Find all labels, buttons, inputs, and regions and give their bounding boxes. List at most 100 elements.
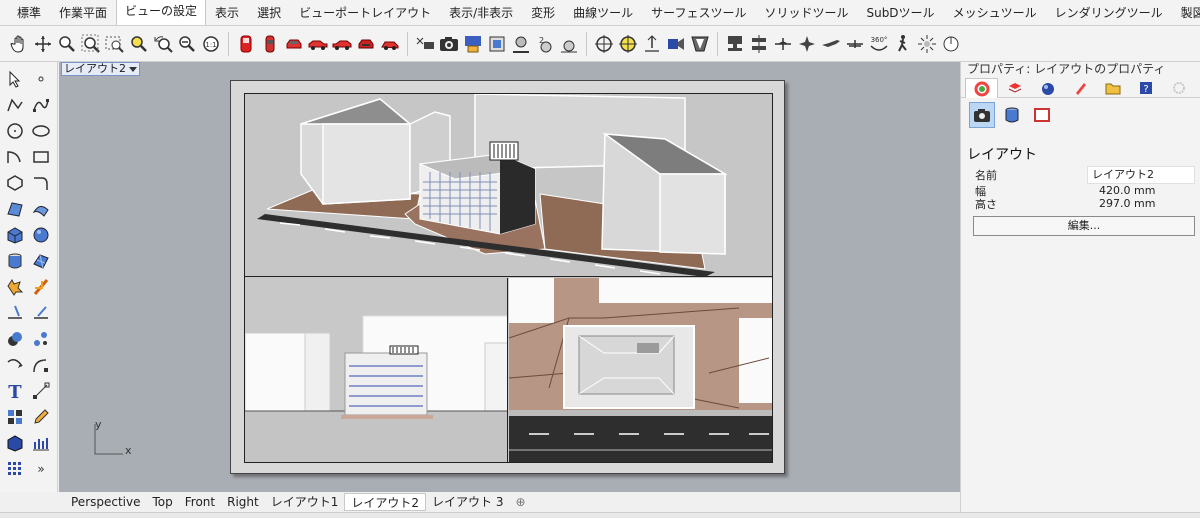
expand-toolbar-icon[interactable]: » — [30, 458, 52, 480]
chevron-down-icon[interactable] — [129, 66, 137, 72]
turntable-icon[interactable] — [724, 33, 746, 55]
set-cplane-view-icon[interactable] — [510, 33, 532, 55]
zoom-selected-icon[interactable] — [128, 33, 150, 55]
zoom-icon[interactable] — [56, 33, 78, 55]
view-car-perspective-icon[interactable] — [379, 33, 401, 55]
tab-curve-tools[interactable]: 曲線ツール — [564, 1, 642, 25]
tab-standard[interactable]: 標準 — [8, 1, 50, 25]
text-icon[interactable]: T — [4, 380, 26, 402]
extrude-surface-icon[interactable] — [30, 198, 52, 220]
camera-up-icon[interactable] — [641, 33, 663, 55]
tab-surface-tools[interactable]: サーフェスツール — [642, 1, 755, 25]
rebuild-curve-icon[interactable] — [4, 354, 26, 376]
circle-icon[interactable] — [4, 120, 26, 142]
named-view-icon[interactable] — [235, 33, 257, 55]
edit-pencil-icon[interactable] — [30, 406, 52, 428]
layout-viewport[interactable]: レイアウト2 y x — [59, 62, 960, 492]
plane-front-icon[interactable] — [844, 33, 866, 55]
view-car-front-icon[interactable] — [283, 33, 305, 55]
two-point-perspective-icon[interactable]: 2 — [534, 33, 556, 55]
tab-solid-tools[interactable]: ソリッドツール — [755, 1, 857, 25]
plane-top-icon[interactable] — [772, 33, 794, 55]
detail-front[interactable] — [245, 278, 508, 462]
page-frame-icon[interactable] — [1029, 102, 1055, 128]
boolean-union-icon[interactable] — [4, 328, 26, 350]
tab-drafting[interactable]: 製図 — [1172, 1, 1200, 25]
arc-edit-icon[interactable] — [30, 354, 52, 376]
tab-layout3[interactable]: レイアウト 3 — [426, 493, 509, 511]
tab-right[interactable]: Right — [221, 493, 265, 511]
tab-transform[interactable]: 変形 — [522, 1, 564, 25]
polygon-icon[interactable] — [4, 172, 26, 194]
tab-perspective[interactable]: Perspective — [65, 493, 147, 511]
curve-icon[interactable] — [30, 94, 52, 116]
view-car-left-icon[interactable] — [307, 33, 329, 55]
materials-tab-icon[interactable] — [1031, 78, 1064, 98]
polyline-icon[interactable] — [4, 94, 26, 116]
zoom-one-to-one-icon[interactable]: 1:1 — [200, 33, 222, 55]
turntable-vertical-icon[interactable] — [748, 33, 770, 55]
surface-icon[interactable] — [4, 198, 26, 220]
plan-view-icon[interactable] — [486, 33, 508, 55]
dimension-icon[interactable] — [30, 380, 52, 402]
tab-cplanes[interactable]: 作業平面 — [50, 1, 116, 25]
tab-set-view[interactable]: ビューの設定 — [116, 0, 207, 25]
database-icon[interactable] — [999, 102, 1025, 128]
tab-front[interactable]: Front — [179, 493, 221, 511]
arc-icon[interactable] — [4, 146, 26, 168]
tab-layout1[interactable]: レイアウト1 — [265, 493, 345, 511]
fillet-curve-icon[interactable] — [30, 172, 52, 194]
block-icon[interactable] — [4, 406, 26, 428]
place-camera-icon[interactable] — [462, 33, 484, 55]
view-car-top-icon[interactable] — [259, 33, 281, 55]
rotate-camera-icon[interactable] — [665, 33, 687, 55]
solid-box-icon[interactable] — [4, 432, 26, 454]
tab-display[interactable]: 表示 — [206, 1, 248, 25]
plane-star-icon[interactable] — [796, 33, 818, 55]
join-icon[interactable] — [30, 302, 52, 324]
trim-icon[interactable] — [4, 302, 26, 324]
add-view-tab-button[interactable]: ⊕ — [509, 495, 531, 509]
undo-view-icon[interactable] — [152, 33, 174, 55]
zoom-window-icon[interactable] — [104, 33, 126, 55]
point-icon[interactable] — [30, 68, 52, 90]
walkabout-icon[interactable] — [892, 33, 914, 55]
help-tab-icon[interactable]: ? — [1130, 78, 1163, 98]
edit-button[interactable]: 編集... — [973, 216, 1195, 236]
tab-visibility[interactable]: 表示/非表示 — [440, 1, 522, 25]
layout-name-field[interactable]: レイアウト2 — [1087, 166, 1195, 184]
camera-icon[interactable] — [438, 33, 460, 55]
view-circle-icon[interactable] — [558, 33, 580, 55]
tab-subd-tools[interactable]: SubDツール — [857, 1, 943, 25]
view-car-back-icon[interactable] — [355, 33, 377, 55]
zoom-out-icon[interactable] — [176, 33, 198, 55]
sun-icon[interactable] — [916, 33, 938, 55]
settings-tab-icon[interactable] — [1163, 78, 1196, 98]
view-car-right-icon[interactable] — [331, 33, 353, 55]
tab-select[interactable]: 選択 — [248, 1, 290, 25]
viewport-title[interactable]: レイアウト2 — [61, 62, 140, 76]
split-icon[interactable] — [30, 276, 52, 298]
box-icon[interactable] — [4, 224, 26, 246]
libraries-tab-icon[interactable] — [1097, 78, 1130, 98]
analyze-icon[interactable] — [30, 432, 52, 454]
detail-top[interactable] — [509, 278, 772, 462]
tab-viewport-layout[interactable]: ビューポートレイアウト — [290, 1, 440, 25]
mesh-icon[interactable] — [30, 250, 52, 272]
plane-side-icon[interactable] — [820, 33, 842, 55]
compass-icon[interactable] — [940, 33, 962, 55]
properties-tab-icon[interactable] — [965, 78, 999, 98]
grid-icon[interactable] — [4, 458, 26, 480]
set-target-icon[interactable] — [617, 33, 639, 55]
tab-mesh-tools[interactable]: メッシュツール — [944, 1, 1046, 25]
pan-hand-icon[interactable] — [8, 33, 30, 55]
scatter-points-icon[interactable] — [30, 328, 52, 350]
camera-icon[interactable] — [969, 102, 995, 128]
ellipse-icon[interactable] — [30, 120, 52, 142]
tab-layout2[interactable]: レイアウト2 — [344, 493, 426, 511]
cylinder-icon[interactable] — [4, 250, 26, 272]
rectangle-icon[interactable] — [30, 146, 52, 168]
tab-top[interactable]: Top — [147, 493, 179, 511]
select-arrow-icon[interactable] — [4, 68, 26, 90]
tab-render-tools[interactable]: レンダリングツール — [1046, 1, 1172, 25]
